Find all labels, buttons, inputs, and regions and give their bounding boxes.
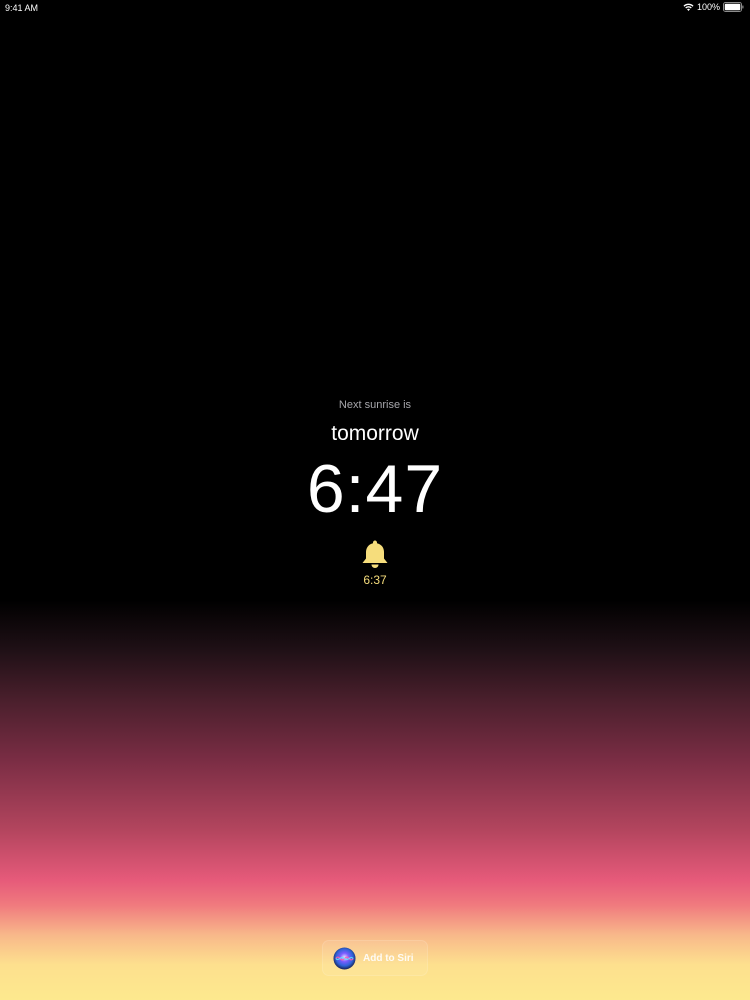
status-right: 100% [683,2,744,12]
battery-icon [723,2,744,12]
bell-icon[interactable] [360,538,390,570]
app-screen: 9:41 AM 100% Next sunrise is tomorrow 6:… [0,0,750,1000]
wifi-icon [683,3,694,11]
sunrise-time: 6:47 [306,451,444,527]
status-bar: 9:41 AM 100% [0,0,750,16]
battery-percent: 100% [696,2,720,12]
sunrise-day: tomorrow [331,422,419,445]
siri-icon [333,946,356,970]
add-to-siri-button[interactable]: Add to Siri [322,940,428,976]
status-time: 9:41 AM [5,3,39,13]
alarm-toggle[interactable] [0,538,750,570]
sunrise-caption: Next sunrise is [338,399,412,411]
alarm-time: 6:37 [363,573,387,587]
sunrise-info: Next sunrise is tomorrow 6:47 6:37 [0,398,750,587]
siri-label: Add to Siri [363,952,414,964]
